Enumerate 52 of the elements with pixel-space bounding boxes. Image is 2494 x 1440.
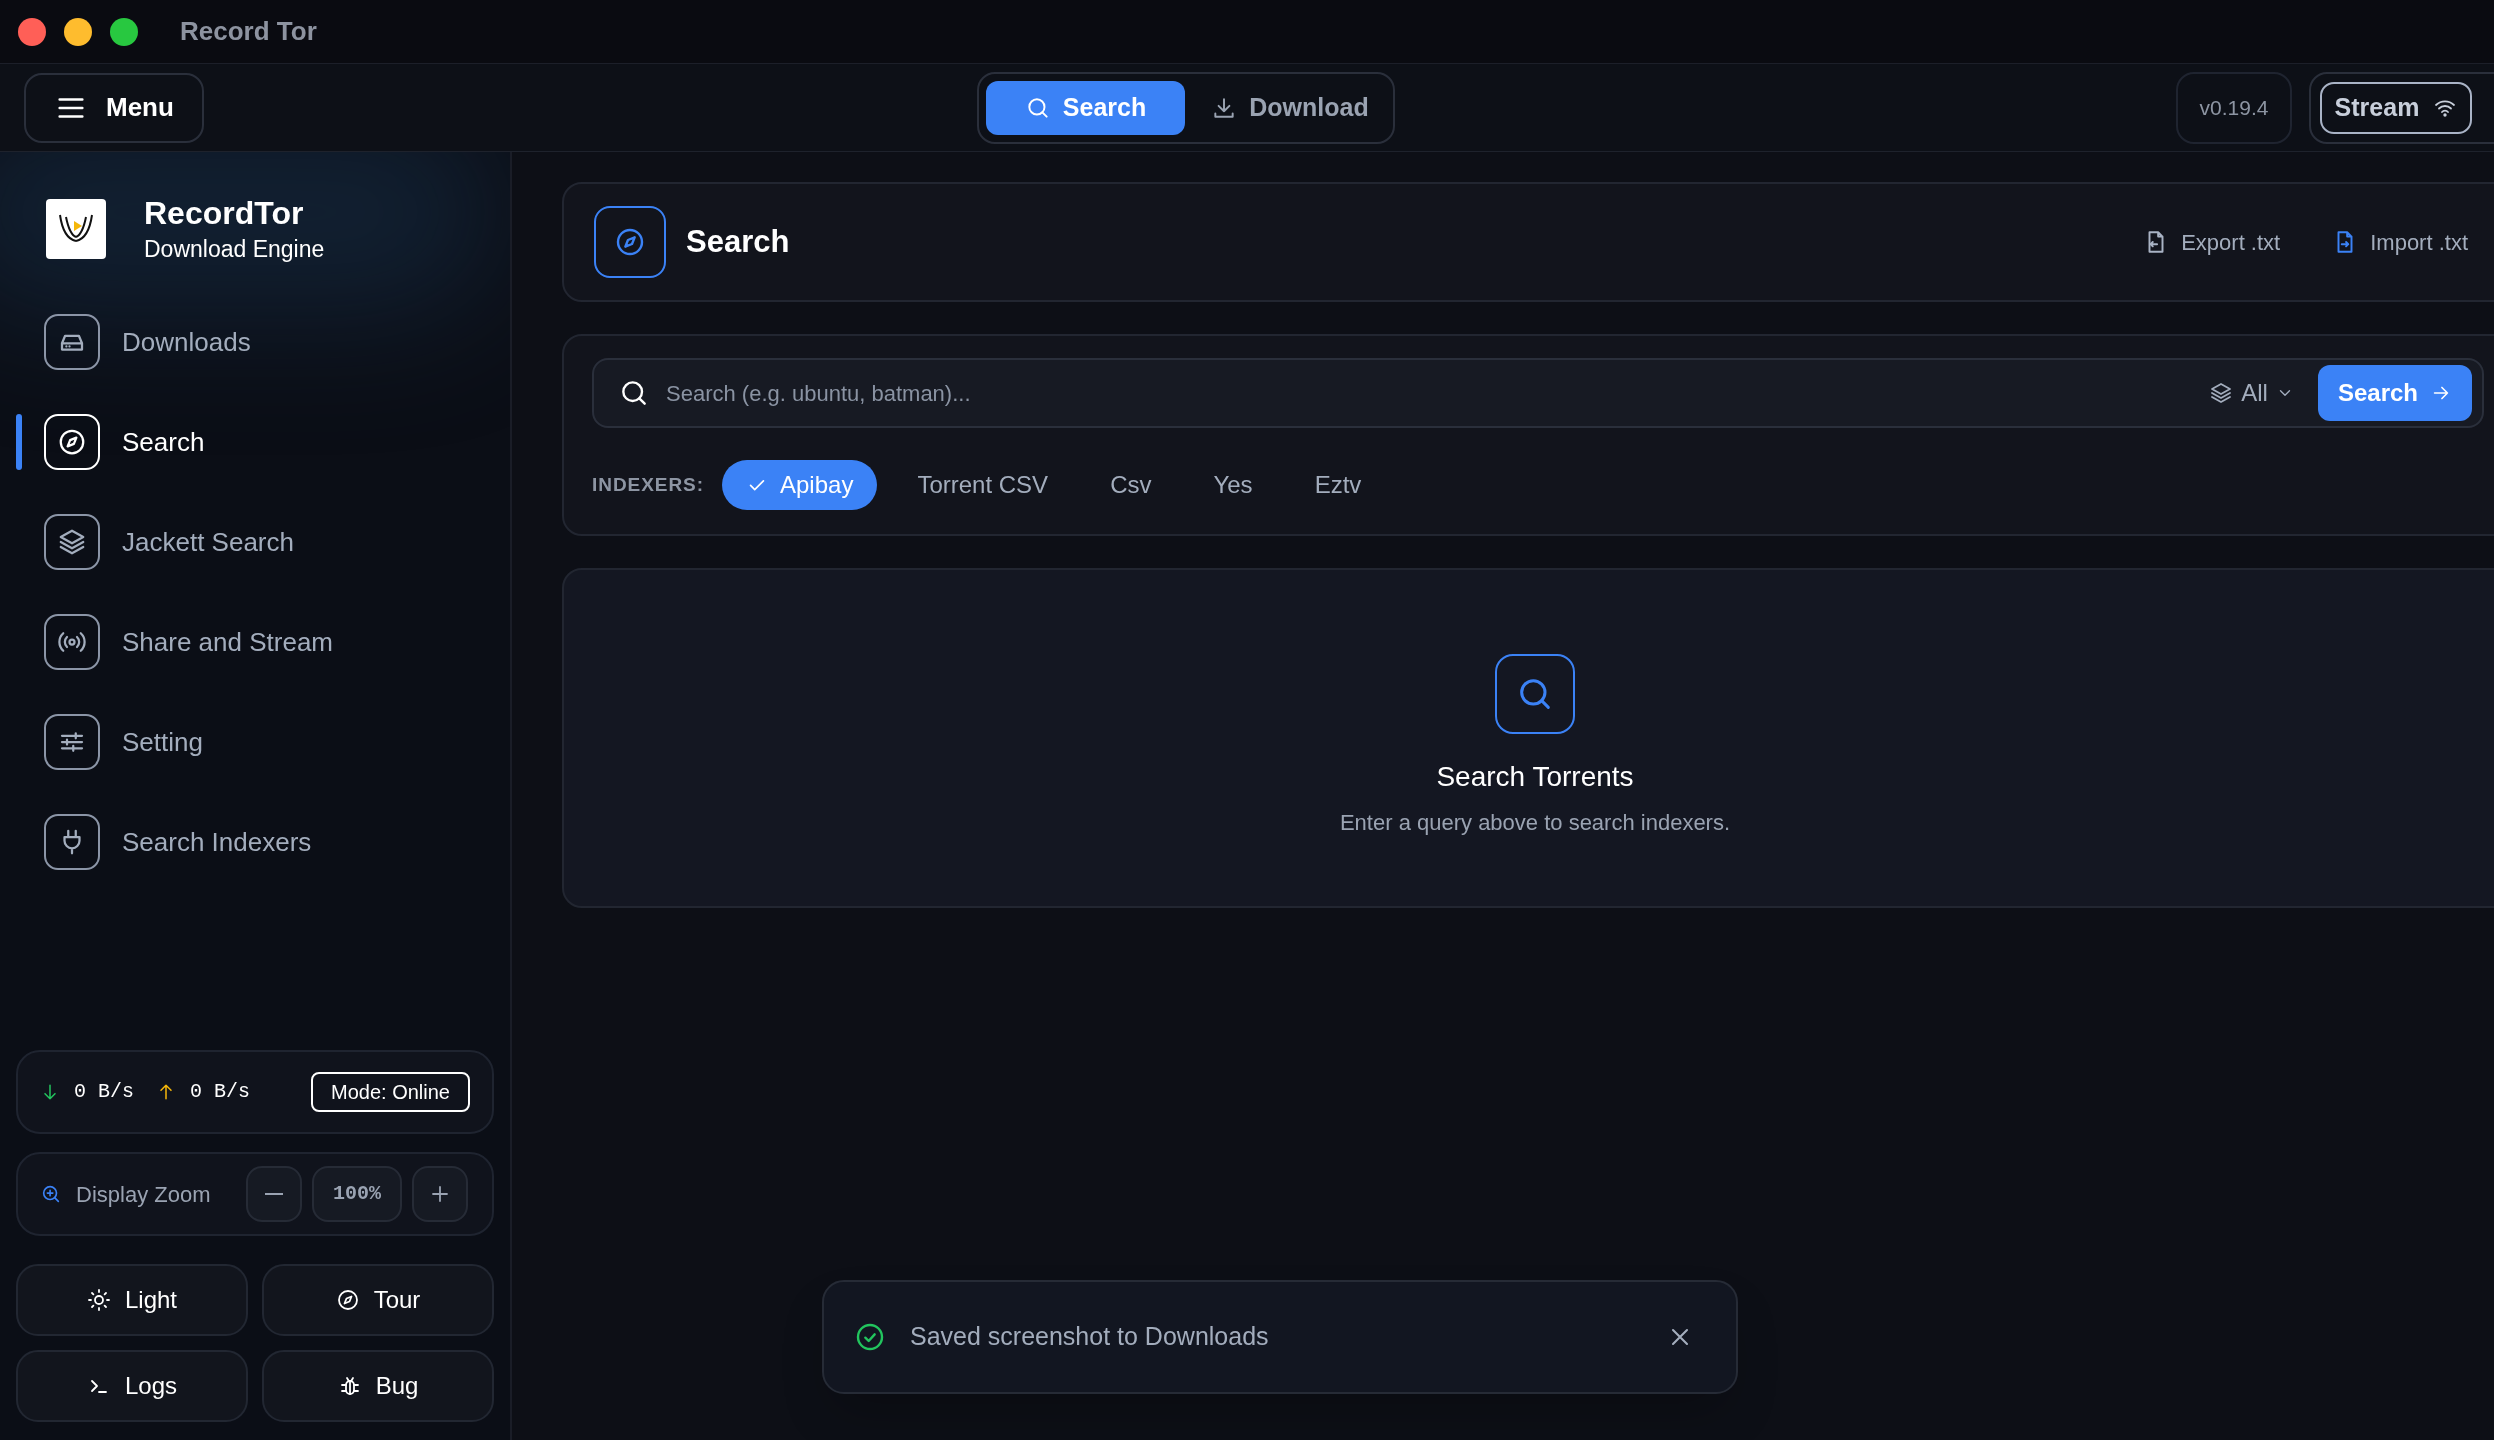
indexer-chip[interactable]: Yes [1191, 460, 1275, 510]
download-speed: 0 B/s [74, 1079, 134, 1105]
category-dropdown[interactable]: All [2209, 375, 2294, 411]
nav-item[interactable]: Share and Stream [16, 592, 494, 692]
toast-message: Saved screenshot to Downloads [910, 1321, 1270, 1353]
minus-icon [265, 1193, 283, 1195]
mode-tab[interactable]: Search [986, 81, 1185, 135]
brand-subtitle: Download Engine [144, 235, 325, 264]
action-button[interactable]: Light [16, 1264, 248, 1336]
header-action[interactable]: Import .txt [2332, 225, 2468, 259]
zoom-value: 100% [312, 1166, 402, 1222]
compass-icon [335, 1288, 360, 1312]
action-button[interactable]: Logs [16, 1350, 248, 1422]
window-title: Record Tor [180, 15, 317, 48]
compass-icon [614, 226, 646, 258]
indexer-chip[interactable]: Torrent CSV [895, 460, 1071, 510]
upload-speed: 0 B/s [190, 1079, 251, 1105]
menu-button[interactable]: Menu [24, 72, 204, 143]
version-label: v0.19.4 [2176, 72, 2292, 144]
mode-tab[interactable]: Download [1195, 81, 1385, 135]
nav-item[interactable]: Setting [16, 692, 494, 792]
indexer-chip[interactable]: Apibay [722, 460, 878, 510]
layers-icon [57, 527, 87, 557]
close-button[interactable] [18, 17, 46, 46]
indexer-chip[interactable]: Eztv [1292, 460, 1384, 510]
nav-item[interactable]: Search [16, 392, 494, 492]
search-field[interactable]: Search (e.g. ubuntu, batman)... All Search [592, 358, 2484, 428]
zoom-in-icon [40, 1183, 62, 1205]
indexers-label: INDEXERS: [592, 472, 704, 497]
action-button[interactable]: Tour [262, 1264, 494, 1336]
nav-item[interactable]: Jackett Search [16, 492, 494, 592]
zoom-label: Display Zoom [76, 1180, 211, 1209]
sun-icon [86, 1288, 111, 1312]
mode-badge: Mode: Online [311, 1072, 470, 1112]
empty-message: Enter a query above to search indexers. [1339, 809, 1731, 837]
header-action[interactable]: Export .txt [2143, 225, 2281, 259]
stream-button[interactable]: Stream [2320, 82, 2472, 134]
action-button[interactable]: Bug [262, 1350, 494, 1422]
page-title: Search [686, 222, 790, 261]
active-indicator [16, 414, 22, 470]
nav-item[interactable]: Downloads [16, 292, 494, 392]
search-button[interactable]: Search [2317, 365, 2472, 421]
empty-title: Search Torrents [1436, 760, 1634, 794]
brand-name: RecordTor [144, 194, 305, 233]
logo-icon [46, 199, 106, 259]
indexer-chip[interactable]: Csv [1088, 460, 1174, 510]
check-circle-icon [854, 1321, 886, 1353]
layers-icon [2209, 381, 2234, 405]
maximize-button[interactable] [110, 17, 138, 46]
compass-icon [57, 427, 87, 457]
minimize-button[interactable] [64, 17, 92, 46]
nav-item[interactable]: Search Indexers [16, 792, 494, 892]
